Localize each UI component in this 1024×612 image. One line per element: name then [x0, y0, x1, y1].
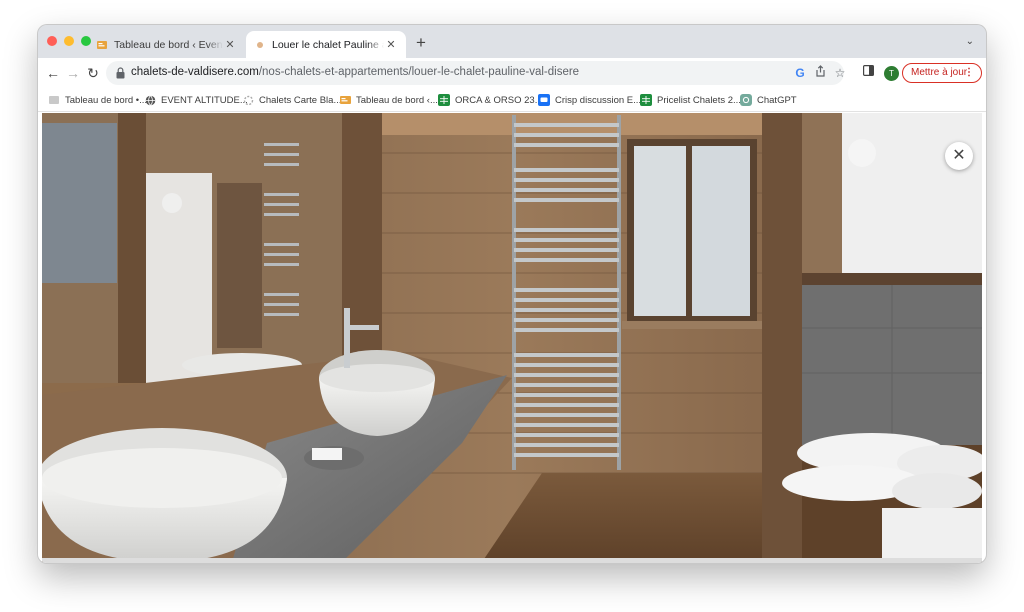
page-content: ✕: [38, 112, 986, 563]
sheets-icon: [438, 94, 450, 106]
url-path: /nos-chalets-et-appartements/louer-le-ch…: [258, 66, 580, 78]
browser-toolbar: ← → ↻ chalets-de-valdisere.com/nos-chale…: [38, 58, 986, 88]
window-controls: [47, 36, 91, 46]
kebab-menu-icon: ⋮: [964, 67, 974, 78]
tab-chalet-pauline[interactable]: Louer le chalet Pauline à Val d’Isère ✕: [246, 31, 406, 58]
close-icon: ✕: [952, 147, 966, 164]
bookmark-label: ORCA & ORSO 23...: [455, 94, 543, 106]
spinner-icon: [242, 94, 254, 106]
address-bar[interactable]: chalets-de-valdisere.com/nos-chalets-et-…: [106, 61, 845, 85]
bookmark-item[interactable]: Crisp discussion E...: [538, 93, 641, 107]
tab-search-chevron-icon[interactable]: ⌄: [966, 36, 974, 47]
minimize-window-button[interactable]: [64, 36, 74, 46]
wordpress-icon: [339, 94, 351, 106]
google-lens-icon[interactable]: G: [792, 65, 808, 81]
bookmark-item[interactable]: ChatGPT: [740, 93, 797, 107]
close-window-button[interactable]: [47, 36, 57, 46]
sheets-icon: [640, 94, 652, 106]
reload-icon[interactable]: ↻: [84, 64, 102, 82]
browser-window: Tableau de bord ‹ Event Altitude ✕ Louer…: [38, 25, 986, 563]
side-panel-icon[interactable]: [860, 65, 876, 81]
bathroom-image: [42, 113, 982, 562]
bookmark-item[interactable]: EVENT ALTITUDE...: [144, 93, 248, 107]
towel-stack: [782, 433, 982, 562]
bookmark-label: Tableau de bord •...: [65, 94, 148, 106]
site-favicon: [254, 39, 266, 51]
bookmark-item[interactable]: Pricelist Chalets 2...: [640, 93, 741, 107]
new-tab-plus-icon[interactable]: +: [412, 33, 430, 53]
bookmark-label: Pricelist Chalets 2...: [657, 94, 741, 106]
bookmark-item[interactable]: Tableau de bord •...: [48, 93, 147, 107]
wordpress-dashboard-icon: [96, 39, 108, 51]
tab-strip: Tableau de bord ‹ Event Altitude ✕ Louer…: [38, 25, 986, 58]
chatgpt-icon: [740, 94, 752, 106]
bookmark-star-icon[interactable]: ☆: [832, 65, 848, 81]
bookmark-label: Chalets Carte Bla...: [259, 94, 342, 106]
url-text: chalets-de-valdisere.com/nos-chalets-et-…: [131, 66, 579, 78]
forward-arrow-icon[interactable]: →: [64, 64, 82, 82]
close-tab-icon[interactable]: ✕: [223, 38, 237, 51]
back-arrow-icon[interactable]: ←: [44, 64, 62, 82]
close-tab-icon[interactable]: ✕: [384, 38, 398, 51]
url-host: chalets-de-valdisere.com: [131, 66, 259, 78]
thumbnail-strip[interactable]: [42, 558, 982, 563]
bookmark-item[interactable]: Tableau de bord ‹...: [339, 93, 438, 107]
bookmark-label: ChatGPT: [757, 94, 797, 106]
globe-icon: [144, 94, 156, 106]
update-button[interactable]: Mettre à jour ⋮: [902, 63, 982, 83]
update-label: Mettre à jour: [911, 67, 968, 78]
bookmark-label: Tableau de bord ‹...: [356, 94, 438, 106]
bookmark-item[interactable]: Chalets Carte Bla...: [242, 93, 341, 107]
bookmarks-bar: Tableau de bord •... EVENT ALTITUDE... C…: [38, 88, 986, 112]
profile-avatar[interactable]: T: [884, 66, 899, 81]
bookmark-item[interactable]: ORCA & ORSO 23...: [438, 93, 543, 107]
bookmark-label: EVENT ALTITUDE...: [161, 94, 248, 106]
lock-icon: [116, 66, 125, 84]
tab-dashboard[interactable]: Tableau de bord ‹ Event Altitude ✕: [88, 31, 245, 58]
tab-title: Louer le chalet Pauline à Val d’Isère: [272, 38, 384, 51]
share-icon[interactable]: [812, 65, 828, 81]
close-lightbox-button[interactable]: ✕: [945, 142, 973, 170]
wordpress-icon: [48, 94, 60, 106]
crisp-icon: [538, 94, 550, 106]
bookmark-label: Crisp discussion E...: [555, 94, 642, 106]
tab-title: Tableau de bord ‹ Event Altitude: [114, 38, 223, 51]
bathroom-photo: [42, 113, 982, 562]
